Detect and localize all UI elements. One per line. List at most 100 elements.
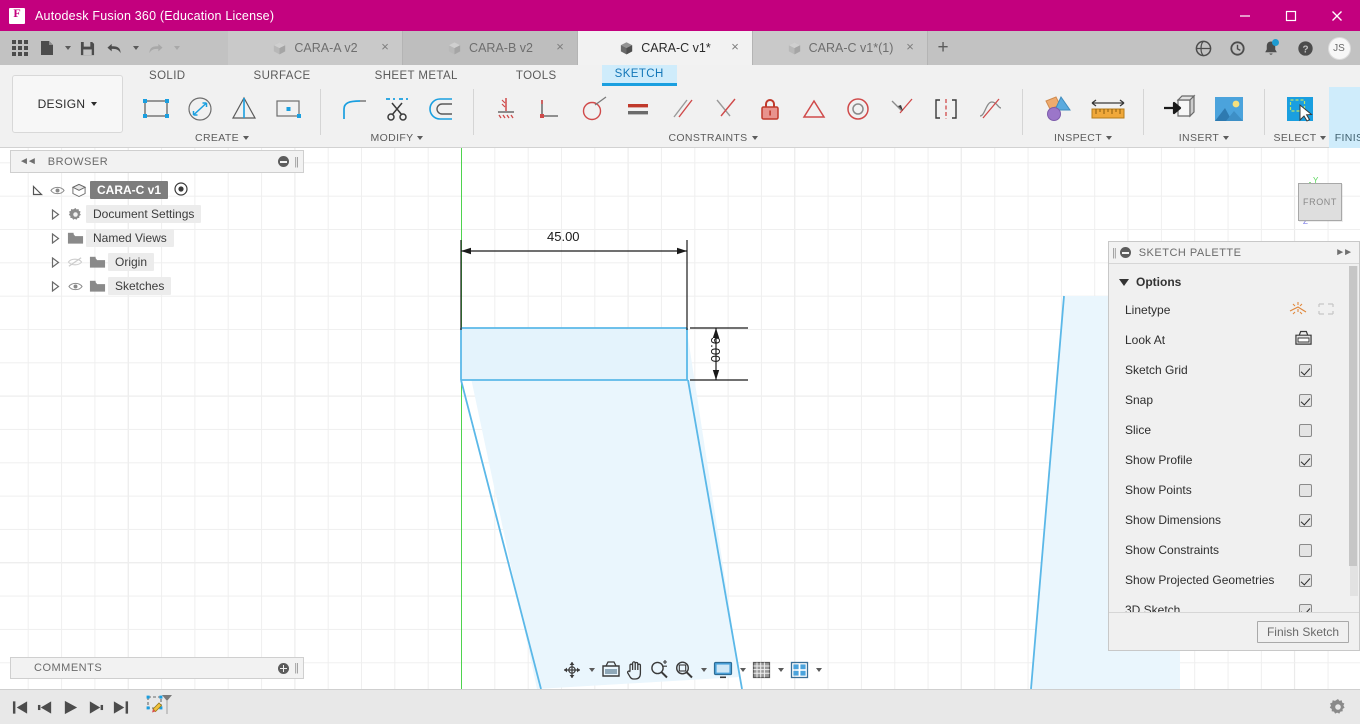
help-icon[interactable]: ?	[1288, 31, 1322, 65]
document-tab-3[interactable]: CARA-C v1*(1) ×	[753, 31, 928, 65]
coincident-icon[interactable]	[528, 88, 572, 130]
job-status-icon[interactable]	[1220, 31, 1254, 65]
minus-circle-icon[interactable]	[1119, 247, 1131, 258]
fillet-icon[interactable]	[331, 88, 375, 130]
checkbox-show-dimensions[interactable]	[1299, 513, 1312, 527]
tab-close-icon[interactable]: ×	[728, 40, 742, 54]
point-icon[interactable]	[266, 88, 310, 130]
expand-right-icon[interactable]: ►►	[1335, 247, 1353, 258]
trim-icon[interactable]	[375, 88, 419, 130]
collinear-icon[interactable]	[880, 88, 924, 130]
new-document-icon[interactable]	[33, 31, 60, 65]
tab-close-icon[interactable]: ×	[378, 40, 392, 54]
tree-node-root[interactable]: CARA-C v1	[10, 178, 304, 202]
step-forward-icon[interactable]	[83, 692, 108, 722]
pan-icon[interactable]	[624, 658, 646, 682]
tab-solid[interactable]: SOLID	[136, 65, 199, 86]
tab-surface[interactable]: SURFACE	[241, 65, 324, 86]
tab-sheet-metal[interactable]: SHEET METAL	[362, 65, 471, 86]
checkbox-slice[interactable]	[1299, 423, 1312, 437]
chevron-down-icon[interactable]	[1320, 136, 1327, 140]
minus-circle-icon[interactable]	[278, 156, 290, 167]
visibility-eye-off-icon[interactable]	[64, 256, 86, 268]
zoom-icon[interactable]	[647, 658, 671, 682]
close-icon[interactable]	[1314, 0, 1360, 31]
viewports-icon[interactable]	[788, 658, 811, 682]
display-mode-dropdown[interactable]	[736, 658, 749, 682]
palette-row-show-dimensions[interactable]: Show Dimensions	[1109, 505, 1359, 535]
checkbox-show-points[interactable]	[1299, 483, 1312, 497]
parallel-icon[interactable]	[660, 88, 704, 130]
plus-circle-icon[interactable]	[278, 662, 290, 674]
section-analysis-icon[interactable]	[1033, 88, 1083, 130]
chevron-right-icon[interactable]	[46, 274, 64, 298]
notifications-icon[interactable]	[1254, 31, 1288, 65]
horizontal-vertical-icon[interactable]	[484, 88, 528, 130]
comments-panel-header[interactable]: COMMENTS ||	[10, 657, 304, 679]
chevron-down-icon[interactable]	[751, 136, 758, 140]
fix-unfix-icon[interactable]	[748, 88, 792, 130]
fit-icon[interactable]	[672, 658, 696, 682]
palette-row-slice[interactable]: Slice	[1109, 415, 1359, 445]
palette-row-snap[interactable]: Snap	[1109, 385, 1359, 415]
display-settings-icon[interactable]	[599, 658, 623, 682]
workspace-switcher[interactable]: DESIGN	[12, 75, 123, 133]
symmetry-icon[interactable]	[924, 88, 968, 130]
document-tab-1[interactable]: CARA-B v2 ×	[403, 31, 578, 65]
fit-dropdown[interactable]	[697, 658, 710, 682]
redo-icon[interactable]	[142, 31, 169, 65]
chevron-down-icon[interactable]	[1223, 136, 1230, 140]
grip-icon[interactable]: ||	[294, 662, 299, 674]
chevron-down-icon[interactable]	[242, 136, 249, 140]
undo-icon[interactable]	[101, 31, 128, 65]
dimension-value-vertical[interactable]: 9.00	[708, 337, 723, 362]
go-to-beginning-icon[interactable]	[8, 692, 33, 722]
rectangle-icon[interactable]	[134, 88, 178, 130]
collapse-left-icon[interactable]: ◄◄	[19, 156, 37, 167]
gear-icon[interactable]	[1325, 692, 1350, 722]
expand-arrow-icon[interactable]	[28, 178, 46, 202]
checkbox-show-profile[interactable]	[1299, 453, 1312, 467]
new-document-dropdown[interactable]	[60, 31, 74, 65]
play-icon[interactable]	[58, 692, 83, 722]
palette-row-show-projected-geometries[interactable]: Show Projected Geometries	[1109, 565, 1359, 595]
curvature-icon[interactable]	[968, 88, 1012, 130]
redo-dropdown[interactable]	[169, 31, 183, 65]
viewports-dropdown[interactable]	[812, 658, 825, 682]
undo-dropdown[interactable]	[128, 31, 142, 65]
tab-tools[interactable]: TOOLS	[503, 65, 570, 86]
checkbox-show-constraints[interactable]	[1299, 543, 1312, 557]
select-icon[interactable]	[1275, 88, 1325, 130]
tab-sketch[interactable]: SKETCH	[601, 65, 677, 86]
finish-sketch-button[interactable]: Finish Sketch	[1256, 620, 1349, 643]
visibility-eye-icon[interactable]	[46, 185, 68, 196]
orbit-icon[interactable]	[560, 658, 584, 682]
document-tab-2[interactable]: CARA-C v1* ×	[578, 31, 753, 65]
grid-snaps-icon[interactable]	[750, 658, 773, 682]
data-panel-icon[interactable]	[1186, 31, 1220, 65]
centerline-icon[interactable]	[1317, 301, 1335, 320]
visibility-eye-icon[interactable]	[64, 281, 86, 292]
add-tab-button[interactable]: +	[928, 31, 958, 65]
palette-scrollbar-thumb[interactable]	[1349, 266, 1357, 566]
equal-icon[interactable]	[616, 88, 660, 130]
perpendicular-icon[interactable]	[704, 88, 748, 130]
go-to-end-icon[interactable]	[108, 692, 133, 722]
tab-close-icon[interactable]: ×	[553, 40, 567, 54]
offset-icon[interactable]	[419, 88, 463, 130]
tree-node-named-views[interactable]: Named Views	[10, 226, 304, 250]
line-icon[interactable]	[222, 88, 266, 130]
minimize-icon[interactable]	[1222, 0, 1268, 31]
palette-row-show-points[interactable]: Show Points	[1109, 475, 1359, 505]
concentric-icon[interactable]	[836, 88, 880, 130]
dimension-value-horizontal[interactable]: 45.00	[547, 229, 580, 244]
chevron-right-icon[interactable]	[46, 226, 64, 250]
document-tab-0[interactable]: CARA-A v2 ×	[228, 31, 403, 65]
look-at-icon[interactable]	[1294, 330, 1313, 350]
palette-row-show-profile[interactable]: Show Profile	[1109, 445, 1359, 475]
tree-node-origin[interactable]: Origin	[10, 250, 304, 274]
avatar[interactable]: JS	[1322, 31, 1356, 65]
tree-node-sketches[interactable]: Sketches	[10, 274, 304, 298]
finish-sketch-panel[interactable]: FINISH SKETCH	[1329, 87, 1360, 148]
chevron-down-icon[interactable]	[1105, 136, 1112, 140]
